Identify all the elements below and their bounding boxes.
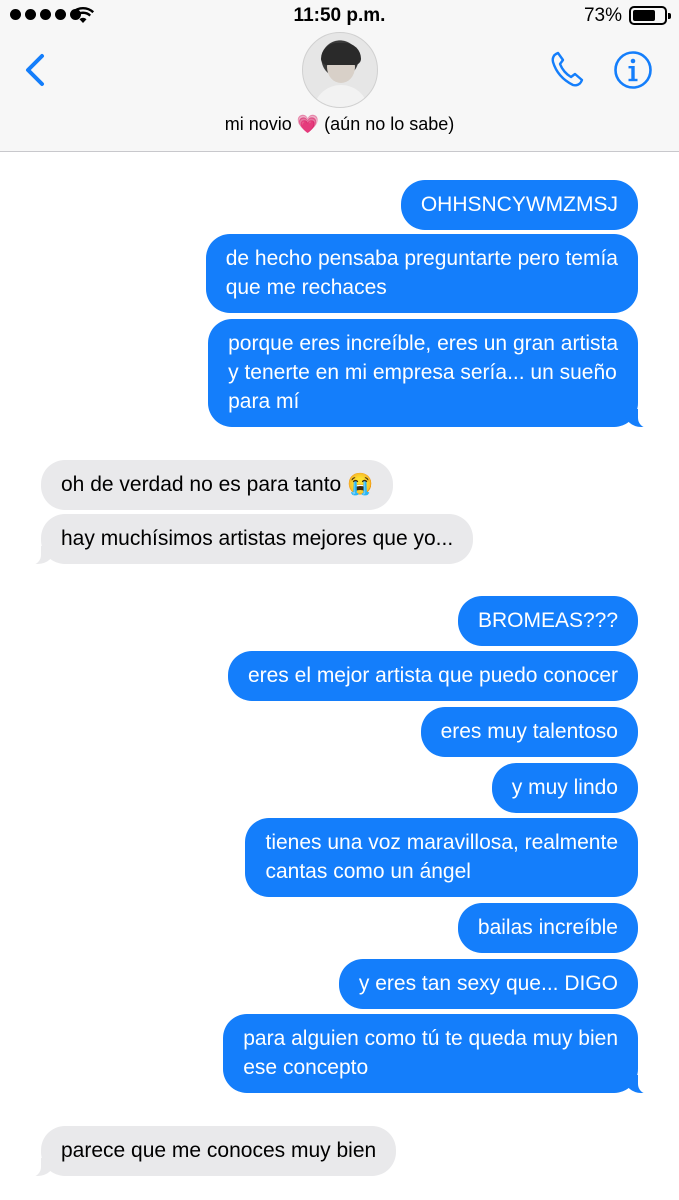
conversation-header: mi novio 💗 (aún no lo sabe)	[0, 32, 679, 152]
message-bubble-received[interactable]: parece que me conoces muy bien	[20, 1126, 397, 1177]
message-bubble-sent[interactable]: eres muy talentoso	[420, 707, 638, 757]
message-bubble-sent[interactable]: bailas increíble	[457, 903, 638, 953]
message-bubble-sent[interactable]: de hecho pensaba preguntarte pero temía q…	[205, 234, 638, 313]
message-bubble-received[interactable]: hay muchísimos artistas mejores que yo..…	[20, 514, 474, 565]
battery-percent: 73%	[583, 5, 622, 26]
message-bubble-sent[interactable]: eres el mejor artista que puedo conocer	[227, 651, 638, 701]
message-bubble-sent[interactable]: tienes una voz maravillosa, realmente can…	[245, 818, 638, 897]
phone-icon[interactable]	[549, 49, 585, 89]
status-bar: 11:50 p.m. 73%	[0, 0, 679, 32]
contact-name[interactable]: mi novio 💗 (aún no lo sabe)	[0, 114, 679, 135]
contact-avatar[interactable]	[302, 32, 378, 108]
message-bubble-sent[interactable]: OHHSNCYWMZMSJ	[400, 180, 638, 230]
message-bubble-received[interactable]: oh de verdad no es para tanto 😭	[41, 460, 394, 510]
message-bubble-sent[interactable]: BROMEAS???	[457, 596, 638, 646]
back-chevron-icon[interactable]	[22, 52, 50, 88]
battery-fill	[633, 10, 655, 21]
status-time: 11:50 p.m.	[293, 5, 386, 26]
message-bubble-sent[interactable]: y muy lindo	[491, 763, 638, 813]
info-icon[interactable]	[613, 50, 653, 90]
message-bubble-sent[interactable]: porque eres increíble, eres un gran arti…	[208, 319, 658, 428]
battery-icon	[629, 6, 671, 25]
message-thread: OHHSNCYWMZMSJ de hecho pensaba preguntar…	[0, 152, 679, 1200]
message-bubble-sent[interactable]: y eres tan sexy que... DIGO	[338, 959, 638, 1009]
message-bubble-sent[interactable]: para alguien como tú te queda muy bien es…	[223, 1014, 658, 1094]
